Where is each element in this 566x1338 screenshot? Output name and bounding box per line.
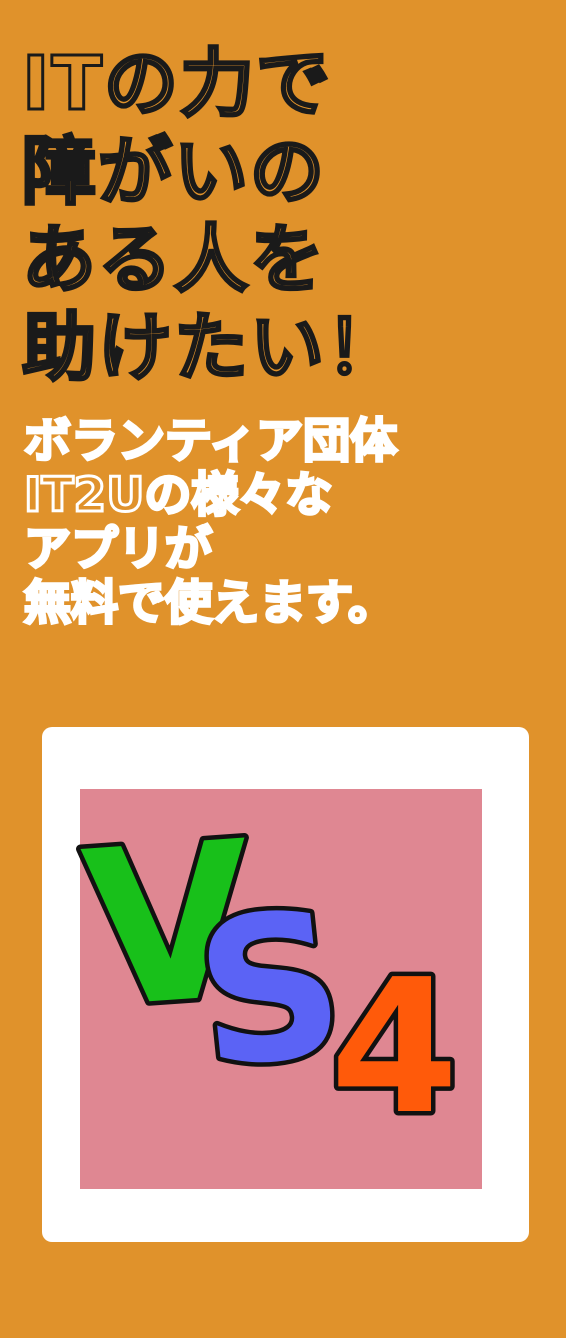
- description-line-3: アプリが: [23, 521, 214, 578]
- logo-letter-s: S: [186, 867, 354, 1114]
- description-line-1: ボランティア団体: [23, 413, 399, 470]
- headline-line-2: 障がいの: [21, 128, 326, 217]
- description-line-2: IT2Uの様々な: [23, 467, 334, 524]
- headline-line-1: ITの力で: [21, 40, 333, 129]
- headline-line-3: ある人を: [21, 216, 326, 305]
- headline-line-4: 助けたい！: [21, 304, 402, 393]
- description-line-4: 無料で使えます。: [23, 575, 397, 632]
- vs4-logo: V S 4: [72, 790, 463, 1160]
- description: ボランティア団体 IT2Uの様々な アプリが 無料で使えます。: [23, 413, 554, 632]
- logo-letter-4: 4: [330, 939, 459, 1155]
- headline: ITの力で 障がいの ある人を 助けたい！: [21, 40, 552, 393]
- app-logo-frame[interactable]: V S 4: [42, 727, 529, 1242]
